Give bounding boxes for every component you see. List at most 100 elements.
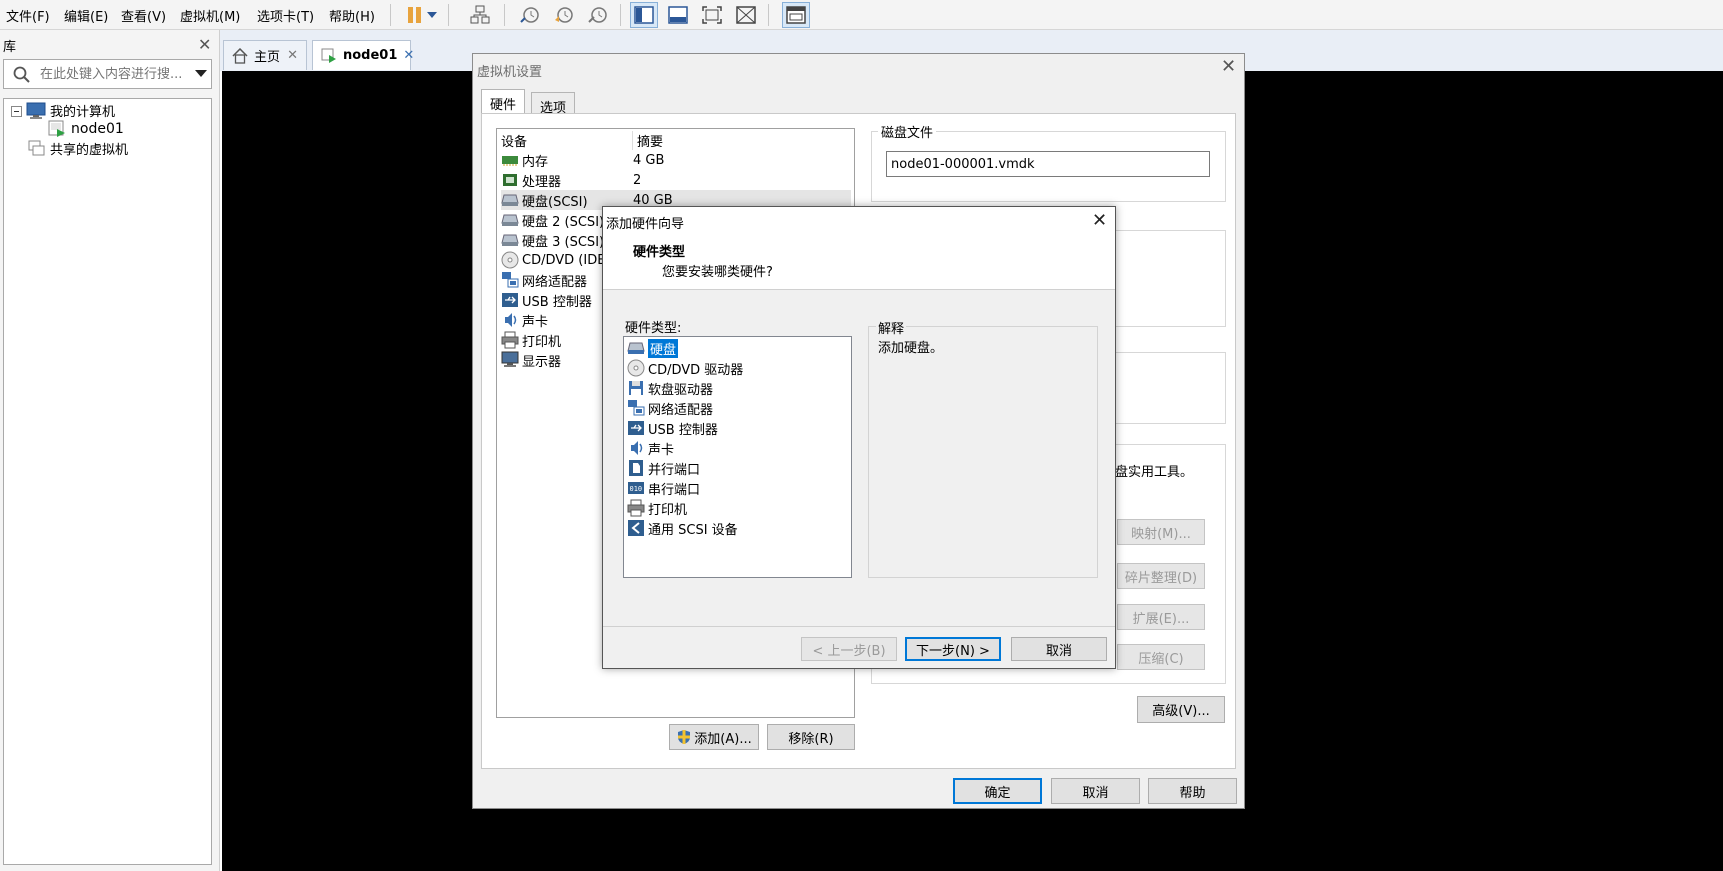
next-button[interactable]: 下一步(N) > bbox=[905, 637, 1001, 661]
toolbar-separator bbox=[768, 4, 769, 26]
close-icon[interactable]: ✕ bbox=[198, 37, 211, 53]
expand-button[interactable]: 扩展(E)... bbox=[1117, 604, 1205, 630]
tab-options[interactable]: 选项 bbox=[531, 92, 576, 116]
explanation-group: 解释 添加硬盘。 bbox=[868, 318, 1098, 578]
close-icon[interactable]: ✕ bbox=[1221, 58, 1236, 76]
monitor-icon bbox=[501, 351, 519, 369]
hardware-type-item[interactable]: 010 串行端口 bbox=[627, 478, 703, 498]
wizard-cancel-button[interactable]: 取消 bbox=[1011, 637, 1107, 661]
close-icon[interactable]: ✕ bbox=[403, 48, 414, 63]
hardware-type-label-text: 网络适配器 bbox=[648, 402, 714, 418]
tree-my-computer[interactable]: 我的计算机 bbox=[26, 101, 115, 120]
wizard-titlebar: 添加硬件向导 ✕ bbox=[603, 207, 1115, 235]
wizard-header: 硬件类型 您要安装哪类硬件? bbox=[603, 235, 1115, 290]
harddisk-icon bbox=[501, 213, 519, 227]
menu-file[interactable]: 文件(F) bbox=[6, 6, 50, 25]
hardware-type-label-text: USB 控制器 bbox=[648, 422, 718, 438]
hardware-type-item[interactable]: 网络适配器 bbox=[627, 398, 716, 418]
menu-vm[interactable]: 虚拟机(M) bbox=[180, 6, 240, 25]
column-header-summary[interactable]: 摘要 bbox=[633, 131, 663, 150]
chevron-down-icon[interactable] bbox=[424, 2, 440, 28]
close-icon[interactable]: ✕ bbox=[287, 48, 298, 63]
hardware-type-item[interactable]: USB 控制器 bbox=[627, 418, 721, 438]
computer-icon bbox=[26, 102, 46, 120]
menu-toolbar: 文件(F) 编辑(E) 查看(V) 虚拟机(M) 选项卡(T) 帮助(H) bbox=[0, 0, 1723, 30]
chevron-down-icon[interactable] bbox=[195, 70, 207, 78]
back-button[interactable]: < 上一步(B) bbox=[801, 637, 897, 661]
defrag-button[interactable]: 碎片整理(D) bbox=[1117, 563, 1205, 589]
close-icon[interactable]: ✕ bbox=[1092, 212, 1107, 230]
device-name: 处理器 bbox=[522, 174, 562, 190]
toolbar-separator bbox=[620, 4, 621, 26]
search-input[interactable] bbox=[38, 64, 188, 84]
tab-node01[interactable]: node01 ✕ bbox=[312, 40, 414, 70]
tree-shared-vms[interactable]: 共享的虚拟机 bbox=[26, 139, 128, 158]
divider bbox=[603, 626, 1115, 627]
hardware-type-label-text: 声卡 bbox=[648, 442, 675, 458]
hardware-type-label-text: 打印机 bbox=[648, 502, 688, 518]
cd-icon bbox=[627, 359, 645, 377]
shield-icon bbox=[676, 729, 692, 745]
device-list-header: 设备 摘要 bbox=[501, 130, 851, 150]
menu-view[interactable]: 查看(V) bbox=[121, 6, 166, 25]
library-title: 库 bbox=[3, 40, 17, 55]
hardware-type-item[interactable]: 并行端口 bbox=[627, 458, 703, 478]
library-tree: 我的计算机 node01 共享的虚拟机 bbox=[3, 98, 212, 865]
dialog-title: 虚拟机设置 bbox=[477, 65, 543, 80]
tree-label: node01 bbox=[71, 121, 124, 137]
console-view-icon[interactable] bbox=[782, 2, 810, 28]
map-button[interactable]: 映射(M)... bbox=[1117, 519, 1205, 545]
explanation-label: 解释 bbox=[876, 318, 907, 337]
shared-vms-icon bbox=[26, 140, 46, 158]
library-search[interactable] bbox=[3, 59, 212, 89]
tree-label: 共享的虚拟机 bbox=[50, 143, 129, 158]
snapshot-icon[interactable] bbox=[516, 2, 544, 28]
hardware-type-item[interactable]: 声卡 bbox=[627, 438, 677, 458]
wizard-title: 添加硬件向导 bbox=[606, 217, 685, 232]
ok-button[interactable]: 确定 bbox=[953, 778, 1042, 804]
hardware-type-item[interactable]: 软盘驱动器 bbox=[627, 378, 716, 398]
device-row[interactable]: 内存 4 GB bbox=[501, 150, 851, 170]
collapse-icon[interactable] bbox=[11, 106, 22, 117]
send-ctrl-alt-del-icon[interactable] bbox=[466, 2, 494, 28]
column-header-device[interactable]: 设备 bbox=[501, 130, 633, 150]
floppy-icon bbox=[627, 379, 645, 397]
explanation-text: 添加硬盘。 bbox=[878, 341, 944, 356]
cancel-button[interactable]: 取消 bbox=[1051, 778, 1140, 804]
disk-file-field[interactable] bbox=[886, 151, 1210, 177]
hardware-type-item[interactable]: CD/DVD 驱动器 bbox=[627, 358, 746, 378]
tab-home[interactable]: 主页 ✕ bbox=[223, 40, 307, 70]
remove-button[interactable]: 移除(R) bbox=[767, 724, 855, 750]
hardware-type-item[interactable]: 硬盘 bbox=[627, 338, 681, 358]
toolbar-separator bbox=[504, 4, 505, 26]
hardware-type-label-text: 串行端口 bbox=[648, 482, 701, 498]
hardware-type-item[interactable]: 打印机 bbox=[627, 498, 690, 518]
printer-icon bbox=[501, 331, 519, 349]
device-summary: 4 GB bbox=[633, 152, 665, 168]
sound-icon bbox=[627, 439, 645, 457]
thumbnail-bar-icon[interactable] bbox=[664, 2, 692, 28]
harddisk-icon bbox=[501, 233, 519, 247]
menu-edit[interactable]: 编辑(E) bbox=[64, 6, 108, 25]
unity-icon[interactable] bbox=[732, 2, 760, 28]
network-icon bbox=[627, 399, 645, 417]
snapshot-manager-icon[interactable] bbox=[584, 2, 612, 28]
menu-tabs[interactable]: 选项卡(T) bbox=[257, 6, 314, 25]
tree-vm-node01[interactable]: node01 bbox=[47, 120, 124, 138]
add-button[interactable]: 添加(A)... bbox=[669, 724, 759, 750]
device-name: 网络适配器 bbox=[522, 274, 588, 290]
advanced-button[interactable]: 高级(V)... bbox=[1137, 696, 1225, 723]
device-row[interactable]: 处理器 2 bbox=[501, 170, 851, 190]
compact-button[interactable]: 压缩(C) bbox=[1117, 644, 1205, 670]
help-button[interactable]: 帮助 bbox=[1148, 778, 1237, 804]
vm-icon bbox=[321, 48, 337, 64]
tab-hardware[interactable]: 硬件 bbox=[481, 89, 526, 114]
menu-help[interactable]: 帮助(H) bbox=[329, 6, 375, 25]
snapshot-revert-icon[interactable] bbox=[550, 2, 578, 28]
full-screen-icon[interactable] bbox=[698, 2, 726, 28]
show-library-icon[interactable] bbox=[630, 2, 658, 28]
hardware-type-item[interactable]: 通用 SCSI 设备 bbox=[627, 518, 741, 538]
device-name: 硬盘 3 (SCSI) bbox=[522, 234, 605, 250]
disk-file-label: 磁盘文件 bbox=[878, 122, 937, 141]
search-icon bbox=[13, 66, 31, 84]
